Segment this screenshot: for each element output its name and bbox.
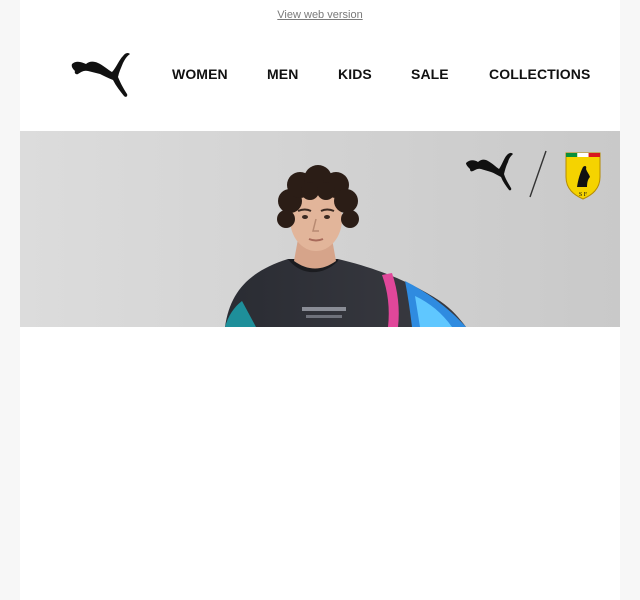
main-nav: WOMEN MEN KIDS SALE COLLECTIONS [20, 66, 620, 86]
nav-item-collections[interactable]: COLLECTIONS [489, 66, 590, 82]
nav-item-sale[interactable]: SALE [411, 66, 449, 82]
content-area-blank [20, 327, 620, 600]
svg-text:S F: S F [579, 192, 588, 198]
email-container: View web version WOMEN MEN KIDS SALE COL… [20, 0, 620, 600]
puma-cat-icon [466, 152, 513, 191]
hero-banner[interactable]: S F [20, 131, 620, 327]
hero-brand-logos: S F [466, 147, 606, 201]
nav-item-men[interactable]: MEN [267, 66, 298, 82]
nav-item-women[interactable]: WOMEN [172, 66, 228, 82]
email-header: WOMEN MEN KIDS SALE COLLECTIONS [20, 40, 620, 110]
ferrari-shield-icon: S F [565, 152, 601, 200]
view-web-version-link[interactable]: View web version [20, 9, 620, 21]
nav-item-kids[interactable]: KIDS [338, 66, 372, 82]
